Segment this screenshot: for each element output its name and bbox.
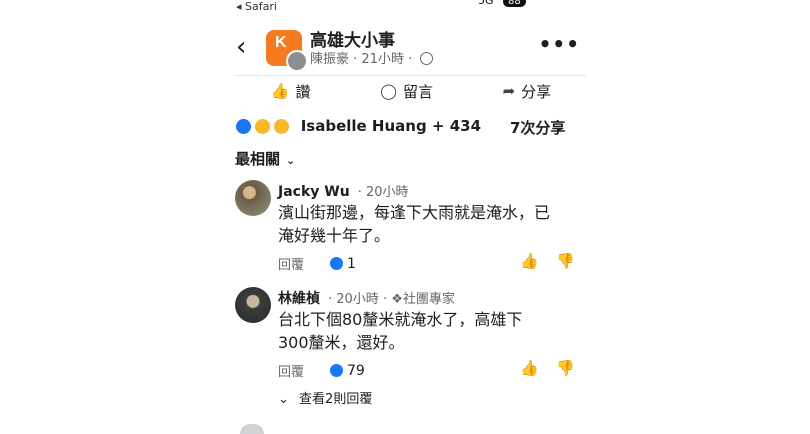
comment-text-line: 台北下個80釐米就淹水了，高雄下: [278, 310, 523, 329]
poster-name[interactable]: 陳振豪: [310, 52, 349, 67]
avatar[interactable]: [235, 180, 271, 216]
post-meta: 陳振豪 · 21小時 ·: [310, 48, 434, 67]
meta-separator-2: ·: [403, 52, 417, 67]
wow-reaction-icon: [254, 118, 272, 135]
reply-button[interactable]: 回覆: [278, 361, 304, 380]
like-badge-icon: [330, 364, 343, 377]
like-count-value: 1: [347, 256, 356, 272]
post-header: ‹ K 高雄大小事 陳振豪 · 21小時 · •••: [230, 26, 590, 72]
share-icon: ➦: [502, 82, 516, 100]
thumbs-up-icon[interactable]: 👍: [520, 252, 539, 270]
comment-icon: ◯: [380, 82, 397, 100]
status-indicators: 5G 88: [478, 0, 526, 7]
commenter-name[interactable]: Jacky Wu: [278, 184, 350, 200]
like-badge-icon: [330, 257, 343, 270]
divider: [236, 75, 586, 76]
poster-avatar: [286, 50, 308, 72]
comment-label: 留言: [402, 82, 433, 101]
thumbs-down-icon[interactable]: 👎: [556, 359, 575, 377]
comment-button[interactable]: ◯ 留言: [380, 81, 433, 102]
view-replies-button[interactable]: ⌄ 查看2則回覆: [278, 388, 372, 407]
commenter-name[interactable]: 林維楨: [278, 291, 320, 307]
share-button[interactable]: ➦ 分享: [503, 81, 552, 102]
expand-chevron-icon: ⌄: [278, 392, 289, 407]
signal-label: 5G: [478, 0, 494, 7]
comment-like-count[interactable]: 79: [330, 360, 365, 379]
like-reaction-icon: [235, 118, 252, 135]
group-logo-icon: K: [275, 34, 287, 51]
comment-like-count[interactable]: 1: [330, 253, 356, 272]
like-icon: 👍: [270, 82, 290, 100]
expert-badge: 社團專家: [402, 292, 455, 307]
reply-button[interactable]: 回覆: [278, 254, 304, 273]
more-icon[interactable]: •••: [539, 32, 580, 56]
comment-text-line: 濱山街那邊，每逢下大雨就是淹水，已: [278, 203, 551, 222]
battery-icon: 88: [503, 0, 526, 7]
status-back-to-safari[interactable]: ◂ Safari: [236, 0, 277, 13]
globe-icon: [420, 52, 434, 65]
sort-dropdown[interactable]: 最相關 ⌄: [235, 148, 295, 169]
comment-time: · 20小時: [357, 185, 409, 200]
comment-header: 林維楨 · 20小時 · ❖社團專家: [278, 288, 455, 308]
comment-time: · 20小時 · ❖社團專家: [328, 292, 455, 307]
view-replies-label: 查看2則回覆: [299, 392, 373, 407]
reaction-people: Isabelle Huang + 434: [300, 117, 482, 135]
comment-text-line: 淹好幾十年了。: [278, 226, 391, 245]
like-button[interactable]: 👍 讚: [271, 81, 311, 102]
comment-text-line: 300釐米，還好。: [278, 333, 405, 352]
meta-separator: ·: [349, 52, 362, 67]
avatar[interactable]: [235, 287, 271, 323]
comment-time-value: 20小時: [336, 292, 379, 307]
like-count-value: 79: [347, 363, 365, 379]
sort-label: 最相關: [235, 150, 281, 168]
thumbs-up-icon[interactable]: 👍: [520, 359, 539, 377]
sort-chevron-icon: ⌄: [286, 154, 296, 167]
thumbs-down-icon[interactable]: 👎: [556, 252, 575, 270]
expert-badge-icon: ❖: [391, 292, 403, 307]
like-label: 讚: [295, 82, 311, 101]
share-label: 分享: [521, 82, 552, 101]
reactions-summary[interactable]: Isabelle Huang + 434: [235, 117, 481, 135]
comment-body: 台北下個80釐米就淹水了，高雄下 300釐米，還好。: [278, 308, 588, 354]
haha-reaction-icon: [273, 118, 291, 135]
comment-body: 濱山街那邊，每逢下大雨就是淹水，已 淹好幾十年了。: [278, 201, 588, 247]
group-avatar[interactable]: K: [266, 30, 308, 72]
avatar: [240, 424, 264, 434]
share-count[interactable]: 7次分享: [510, 117, 565, 138]
post-time: 21小時: [361, 52, 404, 67]
comment-header: Jacky Wu · 20小時: [278, 181, 409, 200]
back-chevron-icon[interactable]: ‹: [236, 32, 246, 62]
comment-time-value: 20小時: [365, 185, 409, 200]
post-actions: 👍 讚 ◯ 留言 ➦ 分享: [236, 78, 586, 104]
